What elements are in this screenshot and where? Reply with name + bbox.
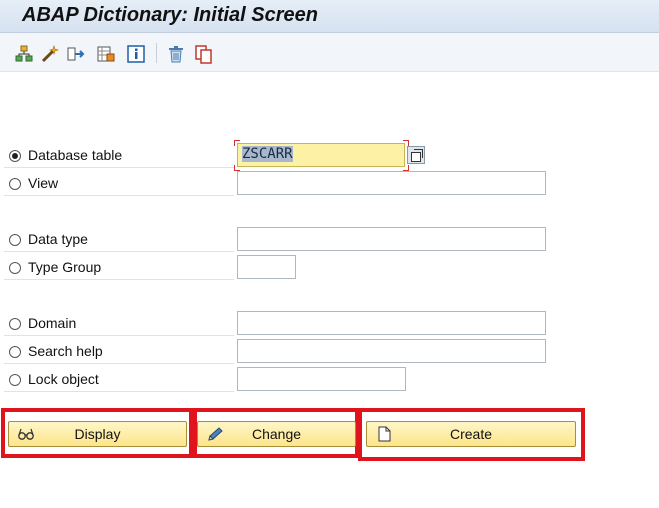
label-type-group: Type Group xyxy=(28,259,102,275)
database-table-input[interactable]: ZSCARR xyxy=(237,143,405,167)
row-separator xyxy=(4,363,234,364)
label-lock-object: Lock object xyxy=(28,371,99,387)
grid-icon[interactable] xyxy=(96,44,116,64)
radio-view[interactable] xyxy=(9,178,21,190)
label-view: View xyxy=(28,175,59,191)
create-button[interactable]: Create xyxy=(366,421,576,447)
transfer-icon[interactable] xyxy=(66,44,86,64)
change-label: Change xyxy=(251,426,302,442)
title-bar: ABAP Dictionary: Initial Screen xyxy=(0,0,659,33)
label-database-table: Database table xyxy=(28,147,123,163)
initial-screen-form: Database table ZSCARR View Data type Typ… xyxy=(0,72,659,508)
row-separator xyxy=(4,279,234,280)
copy-icon[interactable] xyxy=(194,44,214,64)
data-type-input[interactable] xyxy=(237,227,546,251)
create-label: Create xyxy=(449,426,493,442)
wand-icon[interactable] xyxy=(40,44,60,64)
label-search-help: Search help xyxy=(28,343,103,359)
value-help-button[interactable] xyxy=(407,146,425,164)
radio-search-help[interactable] xyxy=(9,346,21,358)
radio-lock-object[interactable] xyxy=(9,374,21,386)
info-icon[interactable] xyxy=(126,44,146,64)
hierarchy-icon[interactable] xyxy=(14,44,34,64)
label-data-type: Data type xyxy=(28,231,88,247)
radio-domain[interactable] xyxy=(9,318,21,330)
display-button[interactable]: Display xyxy=(8,421,187,447)
domain-input[interactable] xyxy=(237,311,546,335)
radio-type-group[interactable] xyxy=(9,262,21,274)
row-separator xyxy=(4,335,234,336)
radio-data-type[interactable] xyxy=(9,234,21,246)
radio-database-table[interactable] xyxy=(9,150,21,162)
lock-object-input[interactable] xyxy=(237,367,406,391)
delete-icon[interactable] xyxy=(166,44,186,64)
search-help-input[interactable] xyxy=(237,339,546,363)
window-title: ABAP Dictionary: Initial Screen xyxy=(22,4,318,26)
row-separator xyxy=(4,167,234,168)
row-separator xyxy=(4,391,234,392)
toolbar-separator xyxy=(156,43,157,63)
change-button[interactable]: Change xyxy=(197,421,356,447)
application-toolbar xyxy=(0,33,659,72)
row-separator xyxy=(4,251,234,252)
type-group-input[interactable] xyxy=(237,255,296,279)
display-label: Display xyxy=(74,426,121,442)
view-input[interactable] xyxy=(237,171,546,195)
row-separator xyxy=(4,195,234,196)
label-domain: Domain xyxy=(28,315,77,331)
focus-corner xyxy=(234,140,240,146)
